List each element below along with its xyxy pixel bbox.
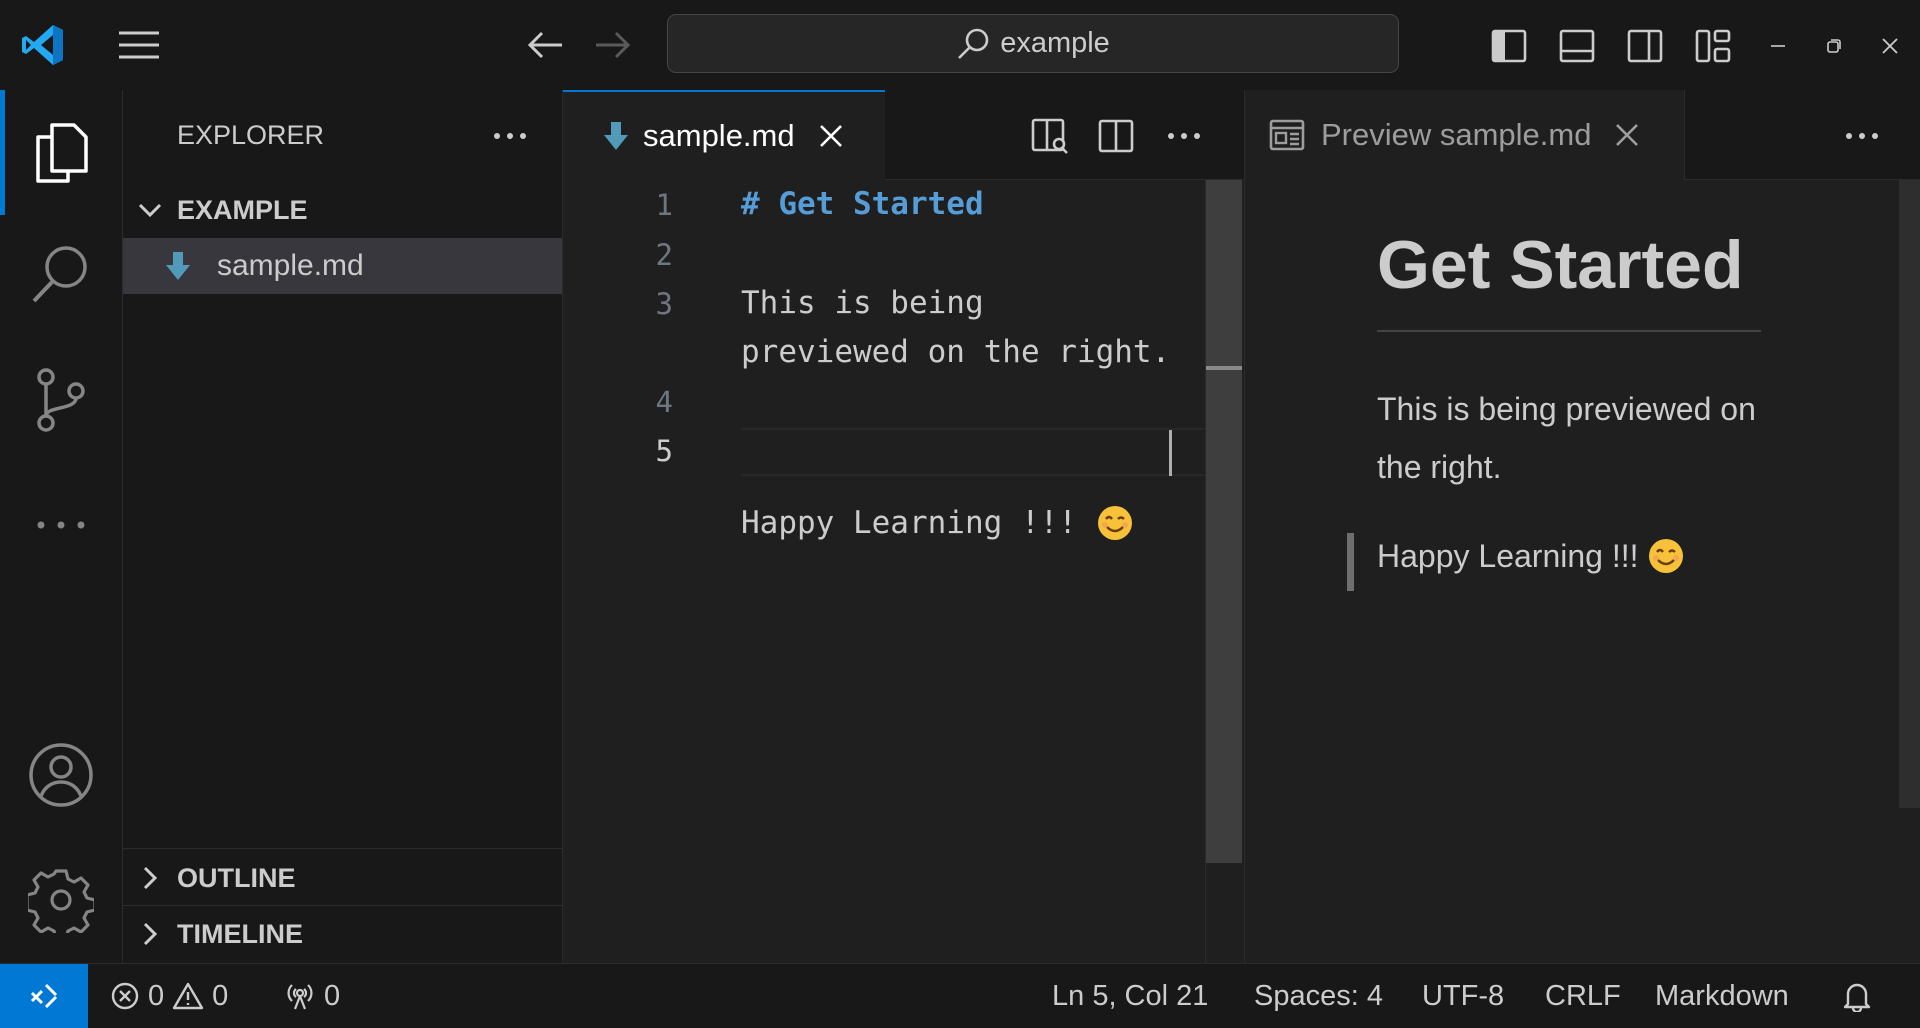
error-icon bbox=[111, 982, 139, 1010]
file-name: sample.md bbox=[217, 249, 364, 282]
line-number: 3 bbox=[655, 287, 673, 321]
more-views-icon[interactable] bbox=[0, 470, 122, 580]
remote-icon bbox=[30, 983, 58, 1009]
command-center-search[interactable]: example bbox=[667, 14, 1399, 73]
status-bar: 0 0 0 Ln 5, Col 21 Spaces: 4 UTF-8 CRLF … bbox=[0, 963, 1920, 1028]
search-icon[interactable] bbox=[0, 220, 122, 330]
explorer-icon[interactable] bbox=[0, 98, 122, 208]
split-editor-icon[interactable] bbox=[1093, 114, 1139, 158]
language-mode[interactable]: Markdown bbox=[1655, 964, 1789, 1028]
line-ending-setting[interactable]: CRLF bbox=[1545, 964, 1621, 1028]
editor-more-actions-icon[interactable] bbox=[1159, 118, 1209, 154]
toggle-panel-icon[interactable] bbox=[1554, 24, 1600, 68]
error-count: 0 bbox=[148, 979, 165, 1012]
wink-emoji-icon bbox=[1647, 537, 1685, 575]
outline-section-header[interactable]: OUTLINE bbox=[123, 850, 562, 906]
editor-group: sample.md 1 # Get Started 2 3 This is be… bbox=[563, 90, 1244, 963]
text-cursor bbox=[1169, 430, 1172, 476]
folder-section-header[interactable]: EXAMPLE bbox=[123, 182, 562, 238]
preview-more-actions-icon[interactable] bbox=[1837, 118, 1887, 154]
code-line[interactable]: # Get Started bbox=[741, 186, 984, 222]
tab-label: sample.md bbox=[643, 118, 795, 153]
search-icon bbox=[958, 28, 989, 59]
cursor-position[interactable]: Ln 5, Col 21 bbox=[1052, 964, 1208, 1028]
explorer-title: EXPLORER bbox=[177, 120, 325, 150]
line-number: 4 bbox=[655, 385, 673, 419]
divider bbox=[123, 848, 562, 849]
blockquote-text: Happy Learning !!! bbox=[1377, 537, 1639, 574]
editor-scrollbar[interactable] bbox=[1206, 180, 1242, 863]
tab-label: Preview sample.md bbox=[1321, 117, 1592, 152]
code-line-wrapped[interactable]: previewed on the right. bbox=[741, 334, 1170, 370]
blockquote-bar bbox=[1347, 533, 1354, 591]
search-text: example bbox=[1000, 27, 1110, 59]
preview-icon bbox=[1269, 119, 1305, 151]
manage-gear-icon[interactable] bbox=[0, 845, 122, 955]
preview-group: Preview sample.md Get Started This is be… bbox=[1244, 90, 1920, 963]
line-number: 1 bbox=[655, 188, 673, 222]
vscode-logo-icon bbox=[18, 20, 68, 70]
line-number: 2 bbox=[655, 238, 673, 272]
explorer-sidebar: EXPLORER EXAMPLE sample.md OUTLINE TIMEL… bbox=[123, 90, 563, 963]
more-actions-icon[interactable] bbox=[485, 118, 535, 154]
chevron-down-icon bbox=[123, 202, 177, 218]
title-bar: example bbox=[0, 0, 1920, 91]
ports-indicator[interactable]: 0 bbox=[284, 964, 340, 1028]
back-arrow-icon[interactable] bbox=[520, 22, 570, 68]
line-number-active: 5 bbox=[655, 434, 673, 468]
file-item-sample-md[interactable]: sample.md bbox=[123, 238, 562, 294]
outline-label: OUTLINE bbox=[177, 862, 296, 893]
broadcast-icon bbox=[287, 984, 313, 1010]
code-line[interactable]: This is being bbox=[741, 285, 984, 321]
tab-sample-md[interactable]: sample.md bbox=[563, 90, 885, 180]
encoding-setting[interactable]: UTF-8 bbox=[1422, 964, 1504, 1028]
minimize-window-icon[interactable] bbox=[1756, 24, 1800, 68]
preview-tab-bar: Preview sample.md bbox=[1245, 90, 1920, 180]
remote-indicator[interactable] bbox=[0, 964, 88, 1028]
markdown-file-icon bbox=[165, 251, 207, 281]
close-tab-icon[interactable] bbox=[1615, 123, 1639, 147]
warning-icon bbox=[172, 982, 204, 1010]
toggle-primary-sidebar-icon[interactable] bbox=[1486, 24, 1532, 68]
indentation-setting[interactable]: Spaces: 4 bbox=[1254, 964, 1383, 1028]
tab-preview-sample-md[interactable]: Preview sample.md bbox=[1245, 90, 1685, 180]
timeline-label: TIMELINE bbox=[177, 918, 303, 949]
markdown-file-icon bbox=[603, 121, 629, 151]
problems-indicator[interactable]: 0 0 bbox=[110, 964, 228, 1028]
preview-blockquote: Happy Learning !!! bbox=[1377, 537, 1685, 575]
editor-tab-bar: sample.md bbox=[563, 90, 1244, 180]
forward-arrow-icon[interactable] bbox=[588, 22, 638, 68]
chevron-right-icon bbox=[123, 922, 177, 946]
preview-heading: Get Started bbox=[1377, 227, 1744, 303]
chevron-right-icon bbox=[123, 866, 177, 890]
menu-icon[interactable] bbox=[114, 22, 164, 68]
folder-name: EXAMPLE bbox=[177, 194, 308, 225]
preview-paragraph: This is being previewed on the right. bbox=[1377, 391, 1756, 485]
customize-layout-icon[interactable] bbox=[1690, 24, 1736, 68]
open-preview-icon[interactable] bbox=[1027, 114, 1073, 158]
code-line-text: Happy Learning !!! bbox=[741, 505, 1096, 541]
accounts-icon[interactable] bbox=[0, 720, 122, 830]
notifications-bell-icon[interactable] bbox=[1842, 964, 1872, 1028]
restore-window-icon[interactable] bbox=[1812, 24, 1856, 68]
scrollbar-cursor-marker bbox=[1206, 366, 1242, 370]
close-tab-icon[interactable] bbox=[819, 124, 843, 148]
heading-rule bbox=[1377, 330, 1761, 332]
source-control-icon[interactable] bbox=[0, 345, 122, 455]
activity-bar bbox=[0, 90, 123, 963]
wink-emoji-icon bbox=[1096, 432, 1208, 614]
warning-count: 0 bbox=[212, 979, 229, 1012]
toggle-secondary-sidebar-icon[interactable] bbox=[1622, 24, 1668, 68]
close-window-icon[interactable] bbox=[1868, 24, 1912, 68]
timeline-section-header[interactable]: TIMELINE bbox=[123, 906, 562, 962]
preview-scrollbar[interactable] bbox=[1899, 180, 1920, 808]
ports-count: 0 bbox=[324, 979, 341, 1012]
code-line[interactable]: Happy Learning !!! bbox=[741, 432, 1208, 614]
